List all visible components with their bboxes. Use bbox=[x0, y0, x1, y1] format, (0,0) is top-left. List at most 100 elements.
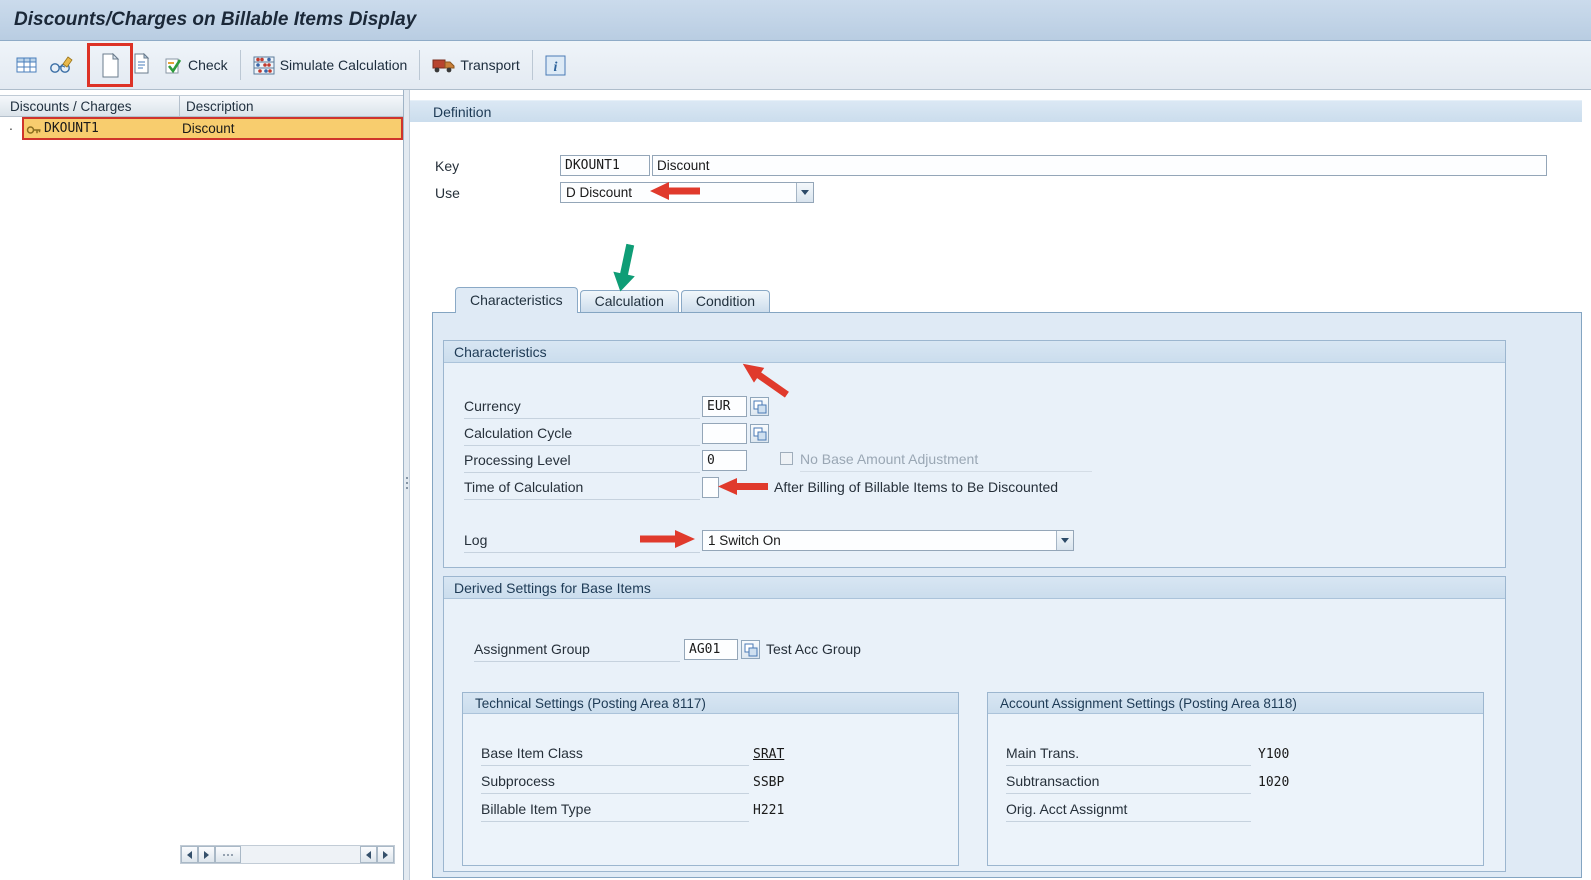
tree-row-selection[interactable]: DKOUNT1 Discount bbox=[22, 117, 403, 140]
billable-item-type-value: H221 bbox=[753, 803, 785, 818]
tab-calculation[interactable]: Calculation bbox=[579, 290, 679, 312]
tree-header-description[interactable]: Description bbox=[180, 96, 403, 116]
key-field[interactable]: DKOUNT1 bbox=[560, 155, 650, 176]
info-icon: i bbox=[545, 55, 566, 75]
processing-level-label: Processing Level bbox=[464, 452, 700, 473]
abacus-icon bbox=[253, 56, 275, 74]
use-label: Use bbox=[435, 185, 460, 201]
toolbar-separator bbox=[239, 50, 241, 80]
use-dropdown-value: D Discount bbox=[566, 185, 633, 200]
currency-field[interactable]: EUR bbox=[702, 396, 747, 417]
derived-settings-group-title: Derived Settings for Base Items bbox=[444, 577, 1505, 599]
assignment-group-value-help-button[interactable] bbox=[741, 640, 760, 659]
calculation-cycle-label: Calculation Cycle bbox=[464, 425, 700, 446]
no-base-amount-checkbox[interactable] bbox=[780, 452, 793, 465]
account-assignment-title-text: Account Assignment Settings (Posting Are… bbox=[1000, 695, 1297, 711]
scroll-left-button[interactable] bbox=[181, 846, 198, 863]
subtransaction-label: Subtransaction bbox=[1006, 773, 1251, 794]
tree-header-discounts-charges[interactable]: Discounts / Charges bbox=[0, 96, 180, 116]
info-button[interactable]: i bbox=[539, 47, 572, 83]
subtransaction-value: 1020 bbox=[1258, 775, 1290, 790]
simulate-calculation-button[interactable]: Simulate Calculation bbox=[247, 47, 414, 83]
tab-condition[interactable]: Condition bbox=[680, 290, 771, 312]
svg-text:i: i bbox=[553, 60, 557, 75]
toolbar-separator bbox=[531, 50, 533, 80]
scroll-right-button[interactable] bbox=[377, 846, 394, 863]
tree-panel: Discounts / Charges Description · DKOUNT… bbox=[0, 90, 404, 880]
key-icon bbox=[26, 126, 41, 134]
derived-settings-group-title-text: Derived Settings for Base Items bbox=[454, 579, 651, 596]
subprocess-value: SSBP bbox=[753, 775, 785, 790]
technical-settings-box: Technical Settings (Posting Area 8117) B… bbox=[462, 692, 959, 866]
characteristics-group-title-text: Characteristics bbox=[454, 343, 547, 360]
toolbar-separator bbox=[87, 50, 88, 80]
log-dropdown[interactable]: 1 Switch On bbox=[702, 530, 1074, 551]
tree-row[interactable]: · DKOUNT1 Discount bbox=[0, 117, 403, 140]
splitter-grip-icon[interactable] bbox=[405, 470, 409, 496]
time-of-calculation-field[interactable] bbox=[702, 477, 719, 498]
value-help-icon bbox=[753, 427, 766, 440]
tree-header-row: Discounts / Charges Description bbox=[0, 95, 403, 117]
technical-settings-title-text: Technical Settings (Posting Area 8117) bbox=[475, 695, 706, 711]
definition-section-header: Definition bbox=[410, 100, 1582, 122]
assignment-group-field[interactable]: AG01 bbox=[684, 639, 738, 660]
toolbar-separator bbox=[419, 50, 421, 80]
value-help-icon bbox=[753, 400, 766, 413]
scrollbar-grip[interactable] bbox=[215, 846, 241, 863]
create-button[interactable] bbox=[87, 43, 133, 87]
main-trans-label: Main Trans. bbox=[1006, 745, 1251, 766]
log-label: Log bbox=[464, 532, 700, 553]
copy-button[interactable] bbox=[126, 47, 158, 83]
definition-section-title: Definition bbox=[433, 103, 492, 120]
calculation-cycle-field[interactable] bbox=[702, 423, 747, 444]
table-icon bbox=[16, 57, 37, 73]
log-dropdown-value: 1 Switch On bbox=[708, 533, 781, 548]
sap-window: { "titlebar": { "title": "Discounts/Char… bbox=[0, 0, 1591, 880]
scroll-right-button[interactable] bbox=[198, 846, 215, 863]
check-icon bbox=[165, 58, 182, 73]
dropdown-arrow-icon[interactable] bbox=[796, 183, 813, 202]
scroll-left-button[interactable] bbox=[360, 846, 377, 863]
truck-icon bbox=[432, 59, 455, 72]
account-assignment-box: Account Assignment Settings (Posting Are… bbox=[987, 692, 1484, 866]
tab-characteristics[interactable]: Characteristics bbox=[455, 287, 578, 313]
base-item-class-value[interactable]: SRAT bbox=[753, 747, 784, 762]
calculation-cycle-value-help-button[interactable] bbox=[750, 424, 769, 443]
key-label: Key bbox=[435, 158, 460, 174]
simulate-calculation-label: Simulate Calculation bbox=[279, 57, 408, 73]
tree-horizontal-scrollbar[interactable] bbox=[180, 845, 395, 864]
use-dropdown[interactable]: D Discount bbox=[560, 182, 814, 203]
transport-button[interactable]: Transport bbox=[426, 47, 525, 83]
page-title: Discounts/Charges on Billable Items Disp… bbox=[14, 9, 417, 30]
currency-label: Currency bbox=[464, 398, 700, 419]
assignment-group-description: Test Acc Group bbox=[766, 641, 861, 657]
display-change-button[interactable] bbox=[43, 47, 81, 83]
technical-settings-title: Technical Settings (Posting Area 8117) bbox=[463, 693, 958, 714]
time-of-calculation-label: Time of Calculation bbox=[464, 479, 700, 500]
key-description-field[interactable]: Discount bbox=[652, 155, 1547, 176]
value-help-icon bbox=[744, 643, 757, 656]
currency-value-help-button[interactable] bbox=[750, 397, 769, 416]
processing-level-field[interactable]: 0 bbox=[702, 450, 747, 471]
tree-row-key: DKOUNT1 bbox=[44, 121, 99, 136]
dropdown-arrow-icon[interactable] bbox=[1056, 531, 1073, 550]
characteristics-group-title: Characteristics bbox=[444, 341, 1505, 363]
new-document-icon bbox=[102, 52, 120, 77]
time-of-calculation-description: After Billing of Billable Items to Be Di… bbox=[774, 479, 1059, 495]
assignment-group-label: Assignment Group bbox=[474, 641, 680, 662]
window-title-bar: Discounts/Charges on Billable Items Disp… bbox=[0, 0, 1591, 41]
check-button[interactable]: Check bbox=[158, 47, 234, 83]
account-assignment-title: Account Assignment Settings (Posting Are… bbox=[988, 693, 1483, 714]
characteristics-tab-panel: Characteristics Currency EUR Calculation… bbox=[432, 312, 1582, 878]
orig-acct-assignmt-label: Orig. Acct Assignmt bbox=[1006, 801, 1251, 822]
subprocess-label: Subprocess bbox=[481, 773, 749, 794]
copy-icon bbox=[134, 52, 150, 73]
table-view-button[interactable] bbox=[10, 47, 43, 83]
derived-settings-group: Derived Settings for Base Items Assignme… bbox=[443, 576, 1506, 872]
glasses-pencil-icon bbox=[50, 56, 73, 73]
tab-strip: Characteristics Calculation Condition bbox=[455, 287, 771, 313]
no-base-amount-label: No Base Amount Adjustment bbox=[800, 451, 1092, 472]
detail-panel: Definition Key DKOUNT1 Discount Use D Di… bbox=[410, 90, 1591, 880]
characteristics-group: Characteristics Currency EUR Calculation… bbox=[443, 340, 1506, 568]
main-trans-value: Y100 bbox=[1258, 747, 1290, 762]
